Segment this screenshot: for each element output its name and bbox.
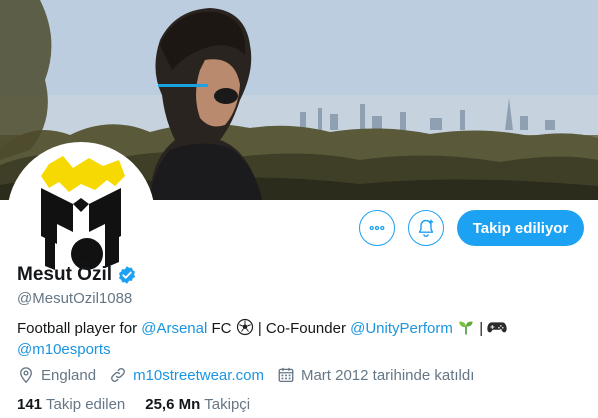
notifications-button[interactable] [408, 210, 444, 246]
following-button-label: Takip ediliyor [472, 219, 569, 237]
mention-unityperform-link[interactable]: @UnityPerform [350, 320, 453, 337]
notification-bell-icon [418, 219, 434, 238]
bio-text: FC [207, 320, 236, 337]
more-icon [369, 225, 385, 231]
calendar-icon [278, 367, 294, 383]
user-handle: @MesutOzil1088 [17, 290, 133, 307]
link-icon [111, 368, 125, 382]
website-link[interactable]: m10streetwear.com [133, 367, 264, 384]
followers-stat-link[interactable]: 25,6 Mn Takipçi [145, 396, 250, 413]
website-item: m10streetwear.com [109, 366, 264, 384]
bio-text: | Co-Founder [253, 320, 351, 337]
joined-item: Mart 2012 tarihinde katıldı [277, 366, 474, 384]
bio-text: Football player for [17, 320, 142, 337]
joined-date-text: Mart 2012 tarihinde katıldı [300, 366, 475, 384]
following-label: Takip edilen [46, 396, 126, 413]
game-controller-emoji [487, 322, 507, 333]
profile-meta-row: England m10streetwear.com Mart 2012 tari… [17, 366, 487, 384]
following-button[interactable]: Takip ediliyor [457, 210, 584, 246]
soccer-ball-emoji [236, 318, 253, 336]
verified-badge-icon [119, 266, 136, 284]
more-options-button[interactable] [359, 210, 395, 246]
following-stat-link[interactable]: 141 Takip edilen [17, 396, 125, 413]
follow-stats: 141 Takip edilen 25,6 Mn Takipçi [17, 396, 270, 413]
followers-label: Takipçi [204, 396, 251, 413]
seedling-emoji [459, 321, 473, 335]
location-item: England [17, 366, 96, 384]
following-count: 141 [17, 396, 43, 413]
location-pin-icon [20, 367, 32, 384]
profile-bio: Football player for @Arsenal FC | Co-Fou… [17, 318, 587, 360]
followers-count: 25,6 Mn [145, 396, 201, 413]
profile-name-row: Mesut Özil [17, 264, 137, 286]
mention-arsenal-link[interactable]: @Arsenal [141, 320, 207, 337]
location-text: England [41, 366, 97, 384]
display-name: Mesut Özil [17, 264, 113, 285]
mention-m10esports-link[interactable]: @m10esports [17, 341, 111, 358]
bio-text: | [475, 320, 488, 337]
